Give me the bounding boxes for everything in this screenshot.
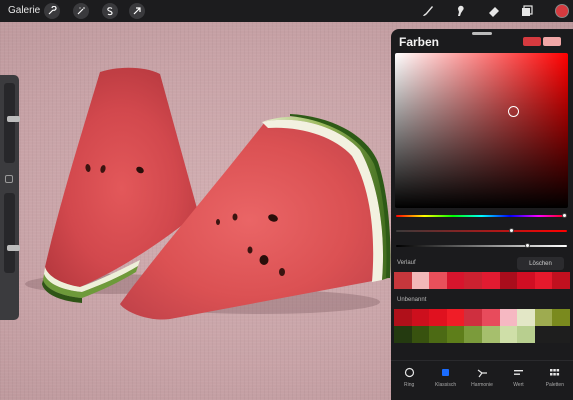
- history-swatch[interactable]: [394, 272, 412, 289]
- tab-harmony[interactable]: Harmonie: [464, 361, 500, 400]
- gallery-button[interactable]: Galerie: [8, 5, 40, 16]
- hue-slider[interactable]: [396, 213, 568, 218]
- value-sliders-icon: [513, 370, 523, 375]
- history-swatch[interactable]: [464, 272, 482, 289]
- tab-palettes-label: Paletten: [545, 382, 564, 388]
- palette-swatch[interactable]: [499, 309, 518, 326]
- palette-grid: [394, 309, 570, 343]
- tab-value[interactable]: Wert: [500, 361, 536, 400]
- panel-grabber[interactable]: [472, 32, 492, 35]
- palette-swatch[interactable]: [552, 326, 570, 343]
- palette-swatch[interactable]: [446, 326, 465, 343]
- top-toolbar: Galerie: [0, 0, 573, 22]
- palette-swatch[interactable]: [464, 309, 482, 326]
- clear-history-button[interactable]: Löschen: [517, 257, 564, 270]
- current-color-swatch[interactable]: [523, 37, 541, 46]
- palette-swatch[interactable]: [394, 309, 412, 326]
- palette-swatch[interactable]: [394, 326, 412, 343]
- palette-swatch[interactable]: [464, 326, 482, 343]
- opacity-slider[interactable]: [4, 193, 20, 273]
- previous-color-swatch[interactable]: [543, 37, 561, 46]
- classic-square-icon: [442, 369, 450, 376]
- selection-s-icon[interactable]: [102, 3, 118, 19]
- panel-title: Farben: [399, 35, 440, 49]
- palette-swatch[interactable]: [499, 326, 518, 343]
- history-label: Verlauf: [397, 260, 416, 266]
- brush-icon[interactable]: [420, 3, 436, 19]
- palette-name-label: Unbenannt: [397, 297, 427, 303]
- palette-swatch[interactable]: [552, 309, 570, 326]
- palette-swatch[interactable]: [482, 326, 500, 343]
- tab-ring[interactable]: Ring: [391, 361, 427, 400]
- history-swatch[interactable]: [429, 272, 447, 289]
- history-swatch[interactable]: [499, 272, 518, 289]
- palette-swatch[interactable]: [534, 309, 553, 326]
- opacity-thumb[interactable]: [7, 244, 20, 251]
- tab-harmony-label: Harmonie: [471, 382, 493, 388]
- tab-classic[interactable]: Klassisch: [427, 361, 463, 400]
- palette-swatch[interactable]: [534, 326, 553, 343]
- brightness-slider-thumb[interactable]: [524, 243, 530, 248]
- magic-wand-icon[interactable]: [73, 3, 89, 19]
- history-swatch[interactable]: [481, 272, 500, 289]
- palettes-grid-icon: [550, 369, 560, 376]
- palette-swatch[interactable]: [429, 309, 447, 326]
- history-swatch[interactable]: [552, 272, 570, 289]
- layers-icon[interactable]: [519, 3, 535, 19]
- tab-palettes[interactable]: Paletten: [537, 361, 573, 400]
- wrench-icon[interactable]: [44, 3, 60, 19]
- tab-value-label: Wert: [513, 382, 524, 388]
- tab-ring-label: Ring: [404, 382, 415, 388]
- saturation-slider[interactable]: [396, 228, 567, 233]
- history-swatch[interactable]: [446, 272, 465, 289]
- color-mode-tabs: Ring Klassisch Harmonie Wert Paletten: [391, 360, 573, 400]
- history-swatch[interactable]: [517, 272, 535, 289]
- harmony-icon: [477, 369, 487, 378]
- palette-swatch[interactable]: [429, 326, 447, 343]
- brush-size-slider[interactable]: [4, 83, 20, 163]
- palette-swatch[interactable]: [517, 326, 535, 343]
- transform-arrow-icon[interactable]: [129, 3, 145, 19]
- smudge-icon[interactable]: [453, 3, 469, 19]
- modify-button[interactable]: [5, 175, 13, 183]
- palette-swatch[interactable]: [411, 309, 430, 326]
- history-swatch[interactable]: [411, 272, 430, 289]
- tab-classic-label: Klassisch: [435, 382, 457, 388]
- palette-swatch[interactable]: [482, 309, 500, 326]
- palette-swatch[interactable]: [411, 326, 430, 343]
- saturation-slider-thumb[interactable]: [509, 228, 515, 233]
- left-sidebar: [0, 75, 20, 320]
- brush-size-thumb[interactable]: [7, 116, 20, 123]
- eraser-icon[interactable]: [486, 3, 502, 19]
- ring-icon: [404, 367, 414, 378]
- saturation-brightness-picker[interactable]: [395, 53, 568, 208]
- palette-swatch[interactable]: [517, 309, 535, 326]
- brightness-slider[interactable]: [396, 243, 567, 248]
- hue-slider-thumb[interactable]: [562, 213, 568, 218]
- active-color-button[interactable]: [555, 4, 569, 18]
- color-history-row: [394, 272, 570, 289]
- picker-cursor[interactable]: [508, 106, 519, 117]
- color-panel: Farben Verlauf Löschen Unbenannt Ring Kl…: [391, 29, 573, 400]
- history-swatch[interactable]: [534, 272, 553, 289]
- palette-swatch[interactable]: [446, 309, 465, 326]
